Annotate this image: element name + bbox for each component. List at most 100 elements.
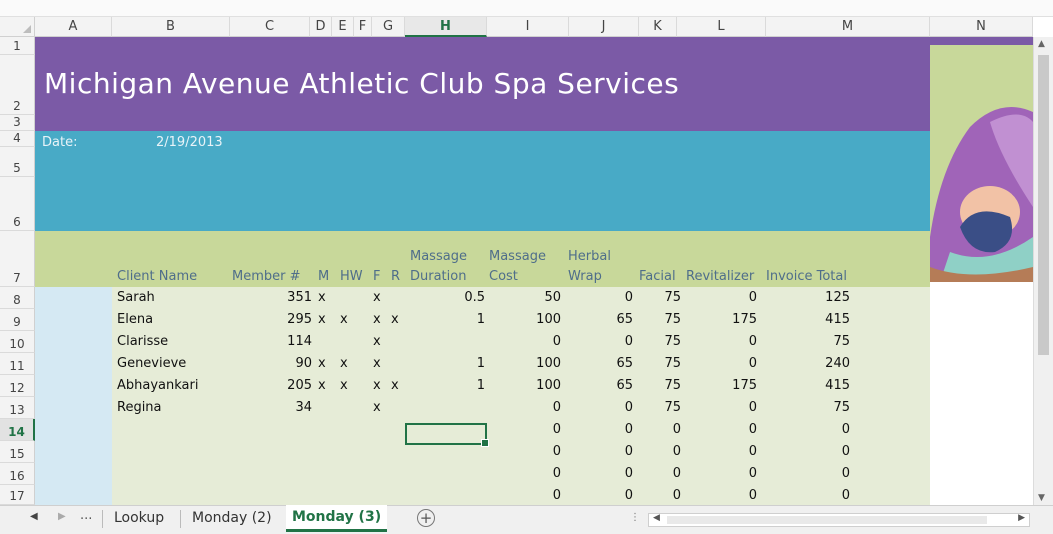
cell-herbal-wrap[interactable]: 0 xyxy=(569,333,633,351)
cell-facial[interactable]: 0 xyxy=(639,443,681,461)
vertical-scrollbar[interactable]: ▲ ▼ xyxy=(1033,37,1053,505)
cell-revitalizer[interactable]: 0 xyxy=(677,333,757,351)
cell-herbal-wrap[interactable]: 0 xyxy=(569,443,633,461)
cell-revitalizer[interactable]: 175 xyxy=(677,311,757,329)
cell-facial[interactable]: 0 xyxy=(639,465,681,483)
cell-herbal-wrap[interactable]: 65 xyxy=(569,311,633,329)
cell-massage-duration[interactable]: 1 xyxy=(405,377,485,395)
row-header-6[interactable]: 6 xyxy=(0,177,35,231)
column-header-k[interactable]: K xyxy=(639,17,677,37)
cell-client-name[interactable]: Clarisse xyxy=(117,333,168,351)
cell-member-number[interactable]: 114 xyxy=(232,333,312,351)
cell-hw-flag[interactable]: x xyxy=(340,355,348,373)
vertical-scroll-thumb[interactable] xyxy=(1038,55,1049,355)
horizontal-scrollbar[interactable]: ◀ ▶ xyxy=(648,513,1030,527)
row-header-12[interactable]: 12 xyxy=(0,375,35,397)
tab-splitter-icon[interactable]: ⋮ xyxy=(630,512,640,523)
scroll-down-arrow-icon[interactable]: ▼ xyxy=(1038,493,1045,503)
cell-client-name[interactable]: Abhayankari xyxy=(117,377,198,395)
column-header-g[interactable]: G xyxy=(372,17,405,37)
row-header-1[interactable]: 1 xyxy=(0,37,35,55)
column-header-n[interactable]: N xyxy=(930,17,1033,37)
cell-massage-cost[interactable]: 0 xyxy=(487,443,561,461)
active-cell-h14[interactable] xyxy=(405,423,489,447)
tab-scroll-right-icon[interactable]: ▶ xyxy=(58,511,66,522)
cell-facial[interactable]: 75 xyxy=(639,333,681,351)
row-header-10[interactable]: 10 xyxy=(0,331,35,353)
tab-lookup[interactable]: Lookup xyxy=(108,506,170,530)
cell-hw-flag[interactable]: x xyxy=(340,377,348,395)
cell-member-number[interactable]: 90 xyxy=(232,355,312,373)
row-header-16[interactable]: 16 xyxy=(0,463,35,485)
cell-member-number[interactable]: 295 xyxy=(232,311,312,329)
cell-m-flag[interactable]: x xyxy=(318,311,326,329)
row-header-13[interactable]: 13 xyxy=(0,397,35,419)
cell-invoice-total[interactable]: 75 xyxy=(766,399,850,417)
cell-facial[interactable]: 75 xyxy=(639,311,681,329)
cell-invoice-total[interactable]: 0 xyxy=(766,465,850,483)
tab-scroll-left-icon[interactable]: ◀ xyxy=(30,511,38,522)
cell-massage-cost[interactable]: 0 xyxy=(487,487,561,505)
row-header-2[interactable]: 2 xyxy=(0,55,35,115)
cell-client-name[interactable]: Sarah xyxy=(117,289,155,307)
cell-massage-duration[interactable]: 1 xyxy=(405,355,485,373)
cell-client-name[interactable]: Regina xyxy=(117,399,162,417)
cell-client-name[interactable]: Genevieve xyxy=(117,355,186,373)
cell-r-flag[interactable]: x xyxy=(391,311,399,329)
cell-member-number[interactable]: 34 xyxy=(232,399,312,417)
cell-invoice-total[interactable]: 240 xyxy=(766,355,850,373)
column-header-c[interactable]: C xyxy=(230,17,310,37)
cell-revitalizer[interactable]: 0 xyxy=(677,465,757,483)
cell-f-flag[interactable]: x xyxy=(373,289,381,307)
hscroll-thumb[interactable] xyxy=(667,516,987,524)
cell-massage-cost[interactable]: 100 xyxy=(487,311,561,329)
tab-more-ellipsis[interactable]: ... xyxy=(80,508,92,523)
cell-member-number[interactable]: 351 xyxy=(232,289,312,307)
cell-massage-cost[interactable]: 100 xyxy=(487,355,561,373)
select-all-corner[interactable] xyxy=(0,17,35,37)
cell-client-name[interactable]: Elena xyxy=(117,311,153,329)
cell-facial[interactable]: 75 xyxy=(639,377,681,395)
column-header-j[interactable]: J xyxy=(569,17,639,37)
hscroll-left-arrow-icon[interactable]: ◀ xyxy=(653,513,660,523)
cell-massage-cost[interactable]: 0 xyxy=(487,333,561,351)
cell-herbal-wrap[interactable]: 0 xyxy=(569,421,633,439)
cell-revitalizer[interactable]: 0 xyxy=(677,289,757,307)
cell-massage-cost[interactable]: 0 xyxy=(487,421,561,439)
fill-handle[interactable] xyxy=(481,439,489,447)
hscroll-right-arrow-icon[interactable]: ▶ xyxy=(1018,513,1025,523)
cell-facial[interactable]: 75 xyxy=(639,289,681,307)
column-header-i[interactable]: I xyxy=(487,17,569,37)
cell-invoice-total[interactable]: 75 xyxy=(766,333,850,351)
cell-herbal-wrap[interactable]: 0 xyxy=(569,487,633,505)
row-header-9[interactable]: 9 xyxy=(0,309,35,331)
cell-f-flag[interactable]: x xyxy=(373,311,381,329)
row-header-5[interactable]: 5 xyxy=(0,147,35,177)
cell-massage-cost[interactable]: 0 xyxy=(487,399,561,417)
cell-revitalizer[interactable]: 0 xyxy=(677,487,757,505)
tab-monday-3[interactable]: Monday (3) xyxy=(286,505,388,532)
cell-invoice-total[interactable]: 0 xyxy=(766,443,850,461)
row-header-11[interactable]: 11 xyxy=(0,353,35,375)
column-header-b[interactable]: B xyxy=(112,17,230,37)
cell-revitalizer[interactable]: 0 xyxy=(677,421,757,439)
column-header-d[interactable]: D xyxy=(310,17,332,37)
scroll-up-arrow-icon[interactable]: ▲ xyxy=(1038,39,1045,49)
cell-facial[interactable]: 0 xyxy=(639,421,681,439)
cell-m-flag[interactable]: x xyxy=(318,355,326,373)
cell-facial[interactable]: 75 xyxy=(639,399,681,417)
cell-member-number[interactable]: 205 xyxy=(232,377,312,395)
cell-massage-cost[interactable]: 100 xyxy=(487,377,561,395)
cell-massage-duration[interactable]: 0.5 xyxy=(405,289,485,307)
cell-hw-flag[interactable]: x xyxy=(340,311,348,329)
column-header-h[interactable]: H xyxy=(405,17,487,37)
row-header-7[interactable]: 7 xyxy=(0,231,35,287)
row-header-3[interactable]: 3 xyxy=(0,115,35,131)
cell-massage-cost[interactable]: 50 xyxy=(487,289,561,307)
cell-f-flag[interactable]: x xyxy=(373,377,381,395)
cell-invoice-total[interactable]: 415 xyxy=(766,311,850,329)
cell-massage-cost[interactable]: 0 xyxy=(487,465,561,483)
cell-f-flag[interactable]: x xyxy=(373,355,381,373)
cell-r-flag[interactable]: x xyxy=(391,377,399,395)
cell-f-flag[interactable]: x xyxy=(373,399,381,417)
